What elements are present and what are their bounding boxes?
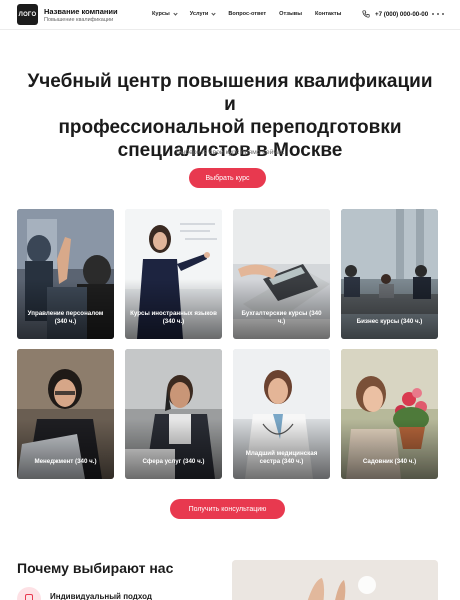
company-tagline: Повышение квалификации — [44, 17, 114, 23]
nav-services-label: Услуги — [189, 11, 209, 17]
chevron-down-icon — [211, 10, 216, 16]
card-shade — [341, 419, 438, 479]
choose-course-button[interactable]: Выбрать курс — [189, 168, 266, 188]
get-consultation-button[interactable]: Получить консультацию — [170, 499, 285, 519]
card-shade — [125, 419, 222, 479]
hands-photo — [232, 560, 438, 600]
nav-courses-label: Курсы — [152, 11, 170, 17]
course-card-languages[interactable]: Курсы иностранных языков (340 ч.) — [125, 209, 222, 339]
course-card-label: Сфера услуг (340 ч.) — [142, 457, 205, 465]
course-card-management[interactable]: Менеджмент (340 ч.) — [17, 349, 114, 479]
hero-title-line: Учебный центр повышения квалификации и — [27, 71, 433, 115]
course-card-hr[interactable]: Управление персоналом (340 ч.) — [17, 209, 114, 339]
course-card-accounting[interactable]: Бухгалтерские курсы (340 ч.) — [233, 209, 330, 339]
nav-contacts-label: Контакты — [314, 11, 342, 17]
hero-title-line: профессиональной переподготовки — [58, 117, 402, 138]
main-nav: Курсы Услуги Вопрос-ответ Отзывы Контакт… — [152, 10, 354, 17]
course-card-label: Управление персоналом (340 ч.) — [27, 310, 104, 325]
nav-services[interactable]: Услуги — [189, 10, 216, 17]
phone-link[interactable]: +7 (000) 000-00-00 — [362, 10, 428, 18]
card-shade — [17, 279, 114, 339]
hero-subtitle: Выберите свой курс прямо сейчас — [175, 149, 285, 156]
nav-reviews-label: Отзывы — [279, 11, 302, 17]
nav-faq-label: Вопрос-ответ — [228, 11, 267, 17]
chevron-down-icon — [173, 10, 178, 16]
card-shade — [233, 419, 330, 479]
nav-contacts[interactable]: Контакты — [315, 11, 341, 17]
phone-icon — [362, 10, 370, 18]
feature-icon — [17, 587, 41, 600]
course-card-label: Курсы иностранных языков (340 ч.) — [130, 310, 217, 325]
why-section-photo — [232, 560, 438, 600]
course-card-services[interactable]: Сфера услуг (340 ч.) — [125, 349, 222, 479]
card-shade — [341, 279, 438, 339]
nav-faq[interactable]: Вопрос-ответ — [228, 11, 266, 17]
course-card-business[interactable]: Бизнес курсы (340 ч.) — [341, 209, 438, 339]
logo[interactable]: ЛОГО — [17, 4, 38, 25]
course-card-label: Менеджмент (340 ч.) — [34, 457, 97, 465]
course-card-label: Садовник (340 ч.) — [362, 457, 417, 465]
course-card-label: Бизнес курсы (340 ч.) — [356, 317, 423, 325]
site-header: ЛОГО Название компании Повышение квалифи… — [0, 0, 460, 30]
course-card-label: Младший медицинская сестра (340 ч.) — [245, 450, 318, 465]
more-icon[interactable] — [432, 10, 444, 18]
card-shade — [17, 419, 114, 479]
course-card-nurse[interactable]: Младший медицинская сестра (340 ч.) — [233, 349, 330, 479]
company-name: Название компании — [44, 7, 118, 16]
nav-courses[interactable]: Курсы — [152, 10, 178, 17]
card-shade — [233, 279, 330, 339]
why-section-title: Почему выбирают нас — [17, 560, 174, 576]
phone-number: +7 (000) 000-00-00 — [375, 10, 429, 18]
course-card-label: Бухгалтерские курсы (340 ч.) — [241, 310, 322, 325]
card-shade — [125, 279, 222, 339]
course-card-gardener[interactable]: Садовник (340 ч.) — [341, 349, 438, 479]
nav-reviews[interactable]: Отзывы — [279, 11, 302, 17]
feature-title: Индивидуальный подход — [50, 592, 152, 600]
